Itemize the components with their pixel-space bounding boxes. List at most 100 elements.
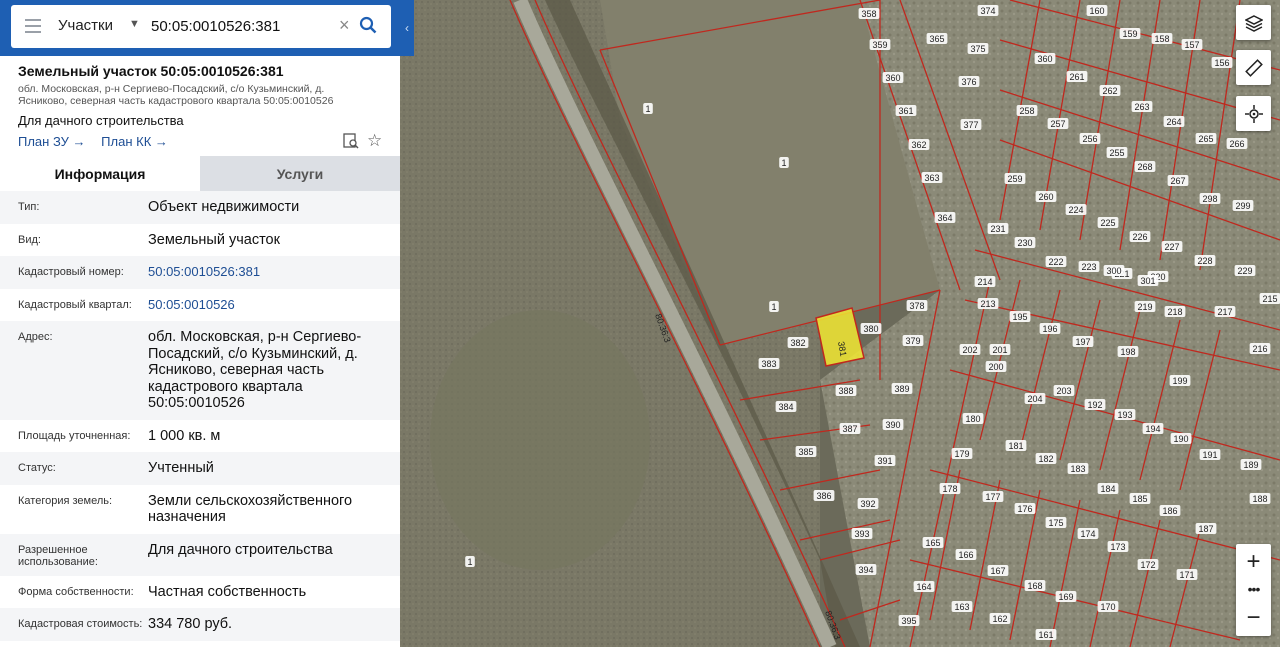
parcel-label[interactable]: 180 bbox=[965, 414, 980, 424]
parcel-label[interactable]: 202 bbox=[962, 345, 977, 355]
parcel-label[interactable]: 299 bbox=[1235, 201, 1250, 211]
parcel-label[interactable]: 181 bbox=[1008, 441, 1023, 451]
parcel-label[interactable]: 301 bbox=[1140, 276, 1155, 286]
parcel-label[interactable]: 177 bbox=[985, 492, 1000, 502]
search-input[interactable] bbox=[151, 15, 341, 37]
parcel-label[interactable]: 217 bbox=[1217, 307, 1232, 317]
parcel-label[interactable]: 158 bbox=[1154, 34, 1169, 44]
parcel-label[interactable]: 390 bbox=[885, 420, 900, 430]
parcel-label[interactable]: 222 bbox=[1048, 257, 1063, 267]
parcel-label[interactable]: 189 bbox=[1243, 460, 1258, 470]
parcel-label[interactable]: 265 bbox=[1198, 134, 1213, 144]
document-search-icon[interactable] bbox=[343, 133, 359, 154]
close-icon[interactable]: × bbox=[339, 15, 350, 36]
parcel-label[interactable]: 385 bbox=[798, 447, 813, 457]
zoom-out-button[interactable]: − bbox=[1236, 600, 1271, 636]
parcel-label[interactable]: 388 bbox=[838, 386, 853, 396]
parcel-label[interactable]: 227 bbox=[1164, 242, 1179, 252]
parcel-label[interactable]: 195 bbox=[1012, 312, 1027, 322]
parcel-label[interactable]: 191 bbox=[1202, 450, 1217, 460]
info-row-link[interactable]: 50:05:0010526 bbox=[148, 297, 383, 314]
parcel-label[interactable]: 364 bbox=[937, 213, 952, 223]
parcel-label[interactable]: 260 bbox=[1038, 192, 1053, 202]
parcel-label[interactable]: 174 bbox=[1080, 529, 1095, 539]
layers-button[interactable] bbox=[1236, 5, 1271, 40]
parcel-label[interactable]: 266 bbox=[1229, 139, 1244, 149]
parcel-label[interactable]: 204 bbox=[1027, 394, 1042, 404]
parcel-label[interactable]: 216 bbox=[1252, 344, 1267, 354]
parcel-label[interactable]: 361 bbox=[898, 106, 913, 116]
parcel-label[interactable]: 225 bbox=[1100, 218, 1115, 228]
parcel-label[interactable]: 379 bbox=[905, 336, 920, 346]
parcel-label[interactable]: 383 bbox=[761, 359, 776, 369]
parcel-label[interactable]: 261 bbox=[1069, 72, 1084, 82]
parcel-label[interactable]: 213 bbox=[980, 299, 995, 309]
parcel-label[interactable]: 156 bbox=[1214, 58, 1229, 68]
chevron-down-icon[interactable]: ▼ bbox=[129, 18, 140, 30]
parcel-label[interactable]: 182 bbox=[1038, 454, 1053, 464]
parcel-label[interactable]: 159 bbox=[1122, 29, 1137, 39]
parcel-label[interactable]: 268 bbox=[1137, 162, 1152, 172]
parcel-label[interactable]: 392 bbox=[860, 499, 875, 509]
parcel-label[interactable]: 377 bbox=[963, 120, 978, 130]
parcel-label[interactable]: 375 bbox=[970, 44, 985, 54]
parcel-label[interactable]: 194 bbox=[1145, 424, 1160, 434]
parcel-label[interactable]: 169 bbox=[1058, 592, 1073, 602]
parcel-label[interactable]: 184 bbox=[1100, 484, 1115, 494]
parcel-label[interactable]: 224 bbox=[1068, 205, 1083, 215]
parcel-label[interactable]: 175 bbox=[1048, 518, 1063, 528]
tab-services[interactable]: Услуги bbox=[200, 156, 400, 191]
parcel-label[interactable]: 198 bbox=[1120, 347, 1135, 357]
parcel-label[interactable]: 378 bbox=[909, 301, 924, 311]
parcel-label[interactable]: 172 bbox=[1140, 560, 1155, 570]
parcel-label[interactable]: 214 bbox=[977, 277, 992, 287]
parcel-label[interactable]: 179 bbox=[954, 449, 969, 459]
search-type-select[interactable]: Участки bbox=[58, 17, 113, 34]
parcel-label[interactable]: 160 bbox=[1089, 6, 1104, 16]
parcel-label[interactable]: 166 bbox=[958, 550, 973, 560]
parcel-label[interactable]: 393 bbox=[854, 529, 869, 539]
parcel-label[interactable]: 171 bbox=[1179, 570, 1194, 580]
parcel-label[interactable]: 394 bbox=[858, 565, 873, 575]
parcel-label[interactable]: 228 bbox=[1197, 256, 1212, 266]
selected-parcel-381[interactable] bbox=[815, 307, 865, 367]
parcel-label[interactable]: 1 bbox=[771, 302, 776, 312]
info-row-link[interactable]: 50:05:0010526:381 bbox=[148, 264, 383, 281]
parcel-label[interactable]: 176 bbox=[1017, 504, 1032, 514]
search-icon[interactable] bbox=[359, 16, 377, 39]
parcel-label[interactable]: 360 bbox=[885, 73, 900, 83]
parcel-label[interactable]: 187 bbox=[1198, 524, 1213, 534]
parcel-label[interactable]: 362 bbox=[911, 140, 926, 150]
parcel-label[interactable]: 1 bbox=[467, 557, 472, 567]
parcel-label[interactable]: 186 bbox=[1162, 506, 1177, 516]
parcel-label[interactable]: 358 bbox=[861, 9, 876, 19]
zoom-in-button[interactable]: + bbox=[1236, 544, 1271, 580]
parcel-label[interactable]: 190 bbox=[1173, 434, 1188, 444]
parcel-label[interactable]: 162 bbox=[992, 614, 1007, 624]
collapse-panel-icon[interactable]: ‹ bbox=[400, 0, 414, 56]
parcel-label[interactable]: 197 bbox=[1075, 337, 1090, 347]
parcel-label[interactable]: 188 bbox=[1252, 494, 1267, 504]
parcel-label[interactable]: 363 bbox=[924, 173, 939, 183]
star-icon[interactable]: ☆ bbox=[367, 131, 382, 151]
parcel-label[interactable]: 382 bbox=[790, 338, 805, 348]
parcel-label[interactable]: 389 bbox=[894, 384, 909, 394]
parcel-label[interactable]: 165 bbox=[925, 538, 940, 548]
parcel-label[interactable]: 387 bbox=[842, 424, 857, 434]
tab-info[interactable]: Информация bbox=[0, 156, 200, 191]
parcel-label[interactable]: 360 bbox=[1037, 54, 1052, 64]
parcel-label[interactable]: 200 bbox=[988, 362, 1003, 372]
parcel-label[interactable]: 183 bbox=[1070, 464, 1085, 474]
parcel-label[interactable]: 196 bbox=[1042, 324, 1057, 334]
parcel-label[interactable]: 226 bbox=[1132, 232, 1147, 242]
parcel-label[interactable]: 185 bbox=[1132, 494, 1147, 504]
parcel-label[interactable]: 365 bbox=[929, 34, 944, 44]
parcel-label[interactable]: 178 bbox=[942, 484, 957, 494]
parcel-label[interactable]: 300 bbox=[1106, 266, 1121, 276]
parcel-label[interactable]: 163 bbox=[954, 602, 969, 612]
parcel-label[interactable]: 359 bbox=[872, 40, 887, 50]
parcel-label[interactable]: 199 bbox=[1172, 376, 1187, 386]
parcel-label[interactable]: 201 bbox=[992, 345, 1007, 355]
parcel-label[interactable]: 219 bbox=[1137, 302, 1152, 312]
parcel-label[interactable]: 257 bbox=[1050, 119, 1065, 129]
